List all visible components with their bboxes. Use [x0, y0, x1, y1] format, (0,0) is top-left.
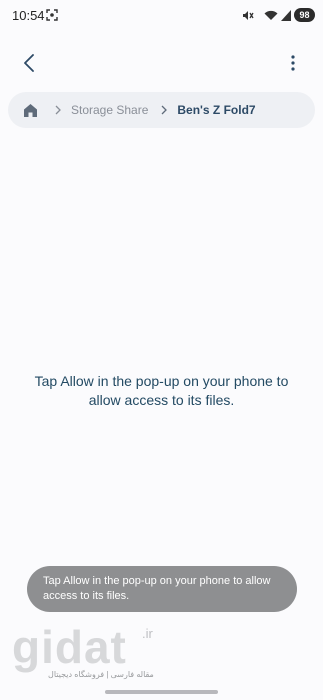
breadcrumb-home[interactable] [21, 101, 39, 119]
breadcrumb-item-storage-share[interactable]: Storage Share [71, 103, 148, 117]
screenshot-icon [46, 9, 58, 21]
battery-badge: 98 [294, 8, 315, 22]
watermark-tld: .ir [142, 626, 153, 641]
screen: 10:54 98 Storage Share Ben's Z Fold7 Tap… [0, 0, 323, 700]
home-icon [23, 103, 37, 117]
back-button[interactable] [14, 48, 44, 78]
status-time: 10:54 [12, 8, 45, 23]
breadcrumb: Storage Share Ben's Z Fold7 [8, 92, 315, 128]
more-vertical-icon [291, 55, 295, 71]
watermark-subtitle: مقاله فارسی | فروشگاه دیجیتال [48, 670, 154, 679]
wifi-icon [264, 10, 278, 20]
mute-icon [243, 11, 254, 20]
watermark-word: gidat [12, 621, 127, 673]
chevron-right-icon [53, 105, 63, 115]
chevron-left-icon [24, 54, 34, 72]
status-bar: 10:54 98 [0, 0, 323, 32]
more-options-button[interactable] [278, 48, 308, 78]
allow-access-message: Tap Allow in the pop-up on your phone to… [34, 373, 289, 408]
gesture-nav-handle[interactable] [105, 690, 218, 694]
breadcrumb-item-device: Ben's Z Fold7 [177, 103, 256, 117]
toast-message: Tap Allow in the pop-up on your phone to… [27, 566, 297, 612]
chevron-right-icon [159, 105, 169, 115]
signal-icon [281, 10, 291, 21]
watermark-logo: gidat .ir مقاله فارسی | فروشگاه دیجیتال [12, 622, 172, 692]
